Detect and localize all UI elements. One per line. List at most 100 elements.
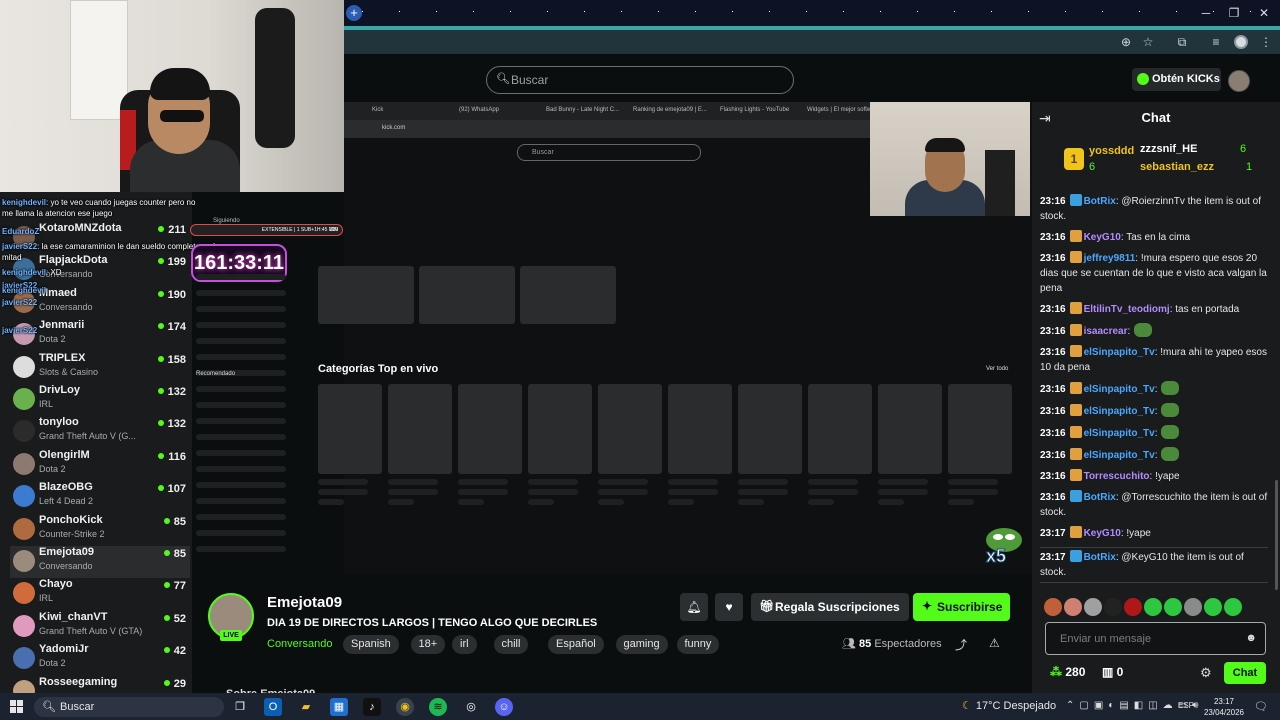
- channel-avatar: [13, 582, 35, 605]
- channel-name: DrivLoy: [39, 384, 80, 396]
- sidebar-channel[interactable]: BlazeOBG Left 4 Dead 2 107: [10, 481, 190, 513]
- taskbar-clock[interactable]: 23:17 23/04/2026: [1200, 696, 1248, 718]
- file-explorer-icon[interactable]: ▰: [297, 698, 315, 716]
- quick-emote[interactable]: [1084, 598, 1102, 616]
- quick-emote[interactable]: [1064, 598, 1082, 616]
- stream-category-link[interactable]: Conversando: [267, 638, 332, 650]
- chat-emote: [1161, 447, 1180, 461]
- chat-badge-icon: [1069, 404, 1082, 416]
- discord-icon[interactable]: ☺: [495, 698, 513, 716]
- gifter-1-name: yossddd: [1089, 145, 1135, 157]
- streamer-name[interactable]: Emejota09: [267, 594, 342, 611]
- chat-username[interactable]: BotRix: [1084, 552, 1116, 563]
- channel-avatar: [13, 614, 35, 637]
- follow-heart-button[interactable]: ♥: [715, 593, 743, 621]
- spotify-icon[interactable]: ≋: [429, 698, 447, 716]
- chat-username[interactable]: Torrescuchito: [1084, 471, 1150, 482]
- quick-emote[interactable]: [1124, 598, 1142, 616]
- windows-start-icon[interactable]: [10, 700, 24, 714]
- inner-sidebar-placeholder: [196, 306, 286, 312]
- chat-bank[interactable]: ▥ 0: [1102, 665, 1123, 679]
- stream-tag[interactable]: 18+: [410, 635, 446, 654]
- sidebar-channel[interactable]: Jenmarii Dota 2 174: [10, 319, 190, 351]
- bookmark-star-icon[interactable]: ☆: [1140, 34, 1156, 50]
- minimize-icon[interactable]: ─: [1196, 4, 1216, 22]
- get-kicks-button[interactable]: Obtén KICKs: [1132, 68, 1221, 91]
- emoji-icon[interactable]: ☻: [1245, 632, 1257, 644]
- tiktok-icon[interactable]: ♪: [363, 698, 381, 716]
- quick-emote[interactable]: [1204, 598, 1222, 616]
- gifter-2-name: zzzsnif_HE: [1140, 143, 1198, 155]
- user-avatar[interactable]: [1228, 70, 1250, 92]
- chat-username[interactable]: elSinpapito_Tv: [1084, 347, 1155, 358]
- store-icon[interactable]: ▦: [330, 698, 348, 716]
- quick-emote[interactable]: [1044, 598, 1062, 616]
- quick-emote[interactable]: [1144, 598, 1162, 616]
- send-chat-button[interactable]: Chat: [1224, 662, 1266, 684]
- close-icon[interactable]: ✕: [1254, 4, 1274, 22]
- channel-category: IRL: [39, 593, 54, 604]
- task-view-icon[interactable]: ❐: [231, 698, 249, 716]
- search-input[interactable]: 🔍︎ Buscar: [486, 66, 794, 94]
- quick-emote[interactable]: [1104, 598, 1122, 616]
- sidebar-channel[interactable]: Kiwi_chanVT Grand Theft Auto V (GTA) 52: [10, 611, 190, 643]
- chat-username[interactable]: elSinpapito_Tv: [1084, 450, 1155, 461]
- chat-username[interactable]: elSinpapito_Tv: [1084, 428, 1155, 439]
- stream-tag[interactable]: chill: [493, 635, 529, 654]
- new-tab-button[interactable]: +: [346, 5, 362, 21]
- inner-category-placeholder: [458, 384, 522, 474]
- chrome-icon[interactable]: ◉: [396, 698, 414, 716]
- inner-category-text-placeholder: [948, 499, 974, 505]
- sidebar-channel[interactable]: YadomiJr Dota 2 42: [10, 643, 190, 675]
- notifications-icon[interactable]: 🗨︎: [1254, 700, 1268, 713]
- chat-username[interactable]: isaacrear: [1084, 326, 1128, 337]
- sidebar-channel[interactable]: Emejota09 Conversando 85: [10, 546, 190, 578]
- chat-username[interactable]: KeyG10: [1084, 232, 1121, 243]
- chat-username[interactable]: EltilinTv_teodiomj: [1084, 304, 1170, 315]
- share-icon[interactable]: ⤴: [955, 636, 967, 653]
- sidebar-channel[interactable]: TRIPLEX Slots & Casino 158: [10, 352, 190, 384]
- stream-tag[interactable]: Spanish: [343, 635, 399, 654]
- input-language[interactable]: ESP: [1178, 701, 1194, 710]
- overlay-chat-line: javierS22: [2, 326, 37, 335]
- channel-points[interactable]: ⁂ 280: [1050, 665, 1085, 679]
- outlook-icon[interactable]: O: [264, 698, 282, 716]
- sidebar-channel[interactable]: tonyloo Grand Theft Auto V (G... 132: [10, 416, 190, 448]
- browser-menu-icon[interactable]: ⋮: [1258, 34, 1274, 50]
- chat-username[interactable]: elSinpapito_Tv: [1084, 384, 1155, 395]
- sidebar-channel[interactable]: PonchoKick Counter-Strike 2 85: [10, 514, 190, 546]
- chat-username[interactable]: KeyG10: [1084, 528, 1121, 539]
- quick-emote[interactable]: [1224, 598, 1242, 616]
- gift-subs-button[interactable]: 🎁︎ Regala Suscripciones: [751, 593, 909, 621]
- chat-settings-icon[interactable]: ⚙: [1200, 665, 1212, 681]
- chat-scrollbar[interactable]: [1275, 480, 1278, 590]
- weather-widget[interactable]: ☾ 17°C Despejado: [962, 699, 1056, 712]
- inner-browser-tab: Bad Bunny - Late Night C...: [546, 107, 620, 113]
- chat-messages[interactable]: 23:16 BotRix: @RoierzinnTv the item is ou…: [1040, 194, 1268, 590]
- stream-tag[interactable]: irl: [452, 635, 477, 654]
- chat-username[interactable]: jeffrey9811: [1084, 253, 1136, 264]
- subscribe-button[interactable]: ✦ Suscribirse: [913, 593, 1010, 621]
- notification-bell-button[interactable]: 🔔︎: [680, 593, 708, 621]
- quick-emote[interactable]: [1164, 598, 1182, 616]
- stream-tag[interactable]: Español: [548, 635, 604, 654]
- chat-input[interactable]: Enviar un mensaje ☻: [1045, 622, 1266, 655]
- quick-emote[interactable]: [1184, 598, 1202, 616]
- media-icon[interactable]: ≡: [1208, 34, 1224, 50]
- obs-icon[interactable]: ◎: [462, 698, 480, 716]
- stream-tag[interactable]: funny: [676, 635, 720, 654]
- stream-tag[interactable]: gaming: [615, 635, 668, 654]
- chat-username[interactable]: BotRix: [1084, 196, 1116, 207]
- report-warning-icon[interactable]: ⚠: [989, 636, 1000, 650]
- taskbar-search[interactable]: 🔍︎ Buscar: [34, 697, 224, 717]
- overlay-chat-user: javierS22: [2, 298, 38, 307]
- sidebar-channel[interactable]: OlengirlM Dota 2 116: [10, 449, 190, 481]
- chat-username[interactable]: elSinpapito_Tv: [1084, 406, 1155, 417]
- zoom-icon[interactable]: ⊕: [1118, 34, 1134, 50]
- sidebar-channel[interactable]: Chayo IRL 77: [10, 578, 190, 610]
- browser-profile-avatar[interactable]: [1234, 35, 1248, 49]
- chat-username[interactable]: BotRix: [1084, 492, 1116, 503]
- sidebar-channel[interactable]: DrivLoy IRL 132: [10, 384, 190, 416]
- maximize-icon[interactable]: ❐: [1224, 4, 1244, 22]
- extensions-icon[interactable]: ⧉: [1174, 34, 1190, 50]
